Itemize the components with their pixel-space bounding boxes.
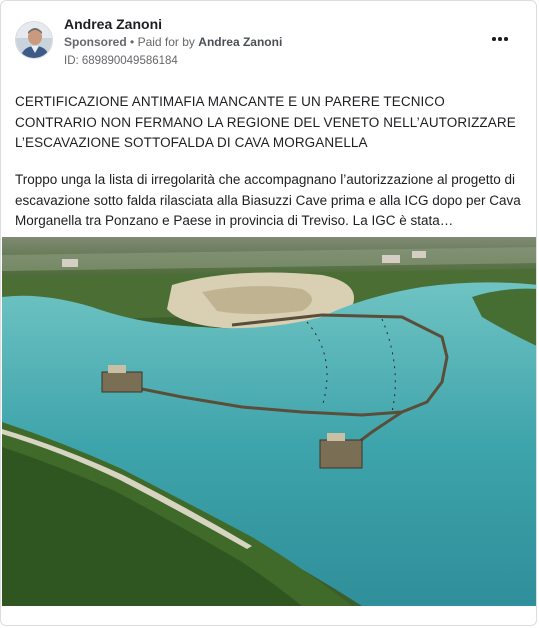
- sponsored-label: Sponsored: [64, 35, 127, 49]
- ad-post-card: Andrea Zanoni Sponsored • Paid for by An…: [0, 0, 537, 626]
- post-header: Andrea Zanoni Sponsored • Paid for by An…: [15, 15, 522, 71]
- paid-for-prefix: Paid for by: [137, 35, 195, 49]
- post-headline: CERTIFICAZIONE ANTIMAFIA MANCANTE E UN P…: [15, 94, 516, 150]
- more-options-icon[interactable]: [488, 31, 512, 47]
- post-image[interactable]: [2, 237, 536, 606]
- ad-id: ID: 689890049586184: [64, 55, 178, 67]
- avatar[interactable]: [15, 21, 53, 59]
- payer-name[interactable]: Andrea Zanoni: [198, 35, 282, 49]
- sponsored-line: Sponsored • Paid for by Andrea Zanoni: [64, 35, 282, 49]
- author-name[interactable]: Andrea Zanoni: [64, 16, 162, 32]
- post-body-text[interactable]: Troppo unga la lista di irregolarità che…: [15, 170, 527, 232]
- avatar-portrait-icon: [16, 22, 52, 58]
- meta-separator: •: [130, 35, 135, 49]
- aerial-photo-quarry-lake-icon: [2, 237, 536, 606]
